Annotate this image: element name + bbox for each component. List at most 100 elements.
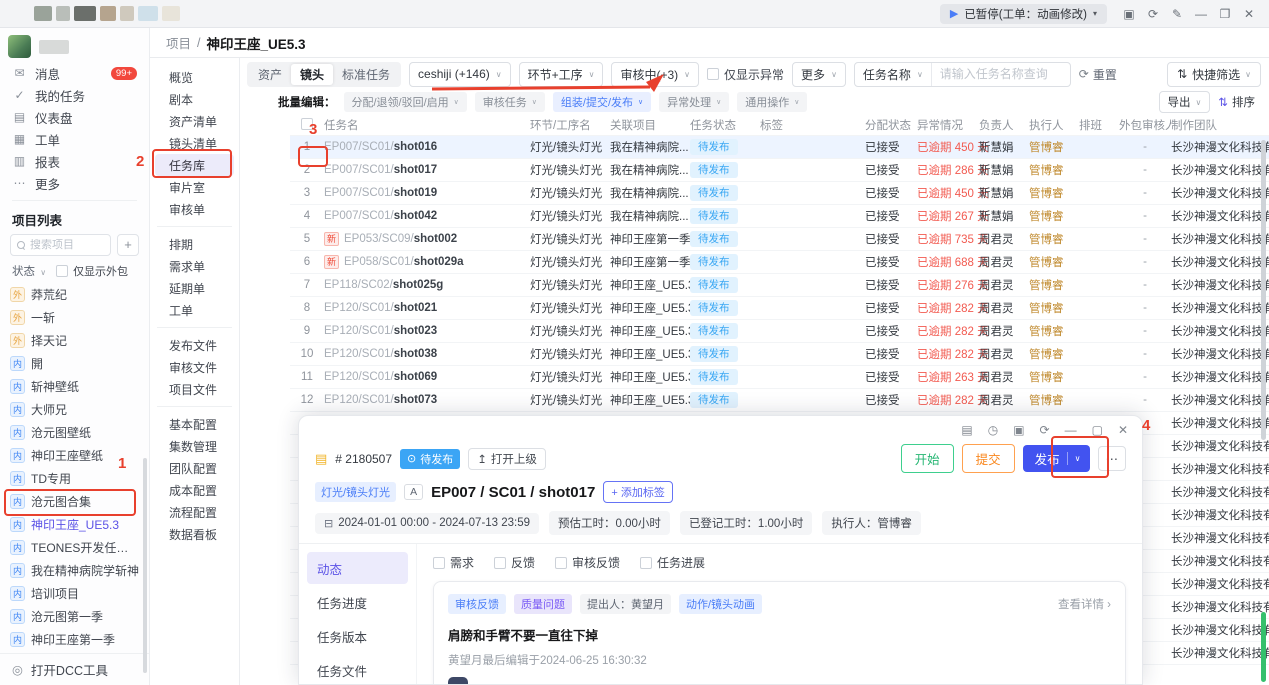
start-button[interactable]: 开始: [901, 444, 954, 473]
sidebar-nav-item[interactable]: ▤ 仪表盘: [0, 106, 149, 128]
publish-button[interactable]: 发布 ∨: [1023, 445, 1090, 472]
entity-tab[interactable]: 镜头: [291, 64, 333, 85]
task-search-input[interactable]: [932, 67, 1070, 81]
window-control-icon[interactable]: ❐: [1213, 7, 1237, 21]
modal-control-icon[interactable]: ▤: [961, 423, 972, 437]
table-row[interactable]: 2 EP007/SC01/ shot017 灯光/镜头灯光 我在精神病院... …: [290, 159, 1269, 182]
sidebar-nav-item[interactable]: ⋯ 更多: [0, 172, 149, 194]
table-row[interactable]: 11 EP120/SC01/ shot069 灯光/镜头灯光 神印王座_UE5.…: [290, 366, 1269, 389]
table-row[interactable]: 4 EP007/SC01/ shot042 灯光/镜头灯光 我在精神病院... …: [290, 205, 1269, 228]
activity-filter-checkbox[interactable]: 需求: [433, 554, 474, 571]
entity-tab[interactable]: 资产: [249, 64, 291, 85]
secondary-scrollbar-thumb[interactable]: [1261, 612, 1266, 682]
table-row[interactable]: 12 EP120/SC01/ shot073 灯光/镜头灯光 神印王座_UE5.…: [290, 389, 1269, 412]
window-control-icon[interactable]: ▣: [1117, 7, 1141, 21]
filter-dropdown[interactable]: ceshiji (+146) ∨: [409, 62, 511, 87]
batch-action-dropdown[interactable]: 通用操作 ∨: [737, 92, 807, 112]
section-nav-item[interactable]: 数据看板: [155, 523, 234, 545]
filter-dropdown[interactable]: 审核中(+3) ∨: [611, 62, 699, 87]
quick-filter-button[interactable]: ⇅ 快捷筛选 ∨: [1167, 62, 1261, 87]
more-filters-dropdown[interactable]: 更多 ∨: [792, 62, 846, 87]
sidebar-nav-item[interactable]: ▥ 报表: [0, 150, 149, 172]
table-row[interactable]: 1 EP007/SC01/ shot016 灯光/镜头灯光 我在精神病院... …: [290, 136, 1269, 159]
modal-tab[interactable]: 任务文件: [307, 654, 408, 685]
modal-tab[interactable]: 任务版本: [307, 620, 408, 652]
filter-dropdown[interactable]: 环节+工序 ∨: [519, 62, 604, 87]
section-nav-item[interactable]: 镜头清单: [155, 132, 234, 154]
task-name-cell[interactable]: EP120/SC01/ shot073: [324, 394, 530, 406]
modal-control-icon[interactable]: ▣: [1013, 423, 1024, 437]
project-list-item[interactable]: 内 TEONES开发任务管理: [0, 536, 149, 559]
window-control-icon[interactable]: ⟳: [1141, 7, 1165, 21]
task-name-cell[interactable]: EP007/SC01/ shot017: [324, 164, 530, 176]
sidebar-nav-item[interactable]: ✓ 我的任务: [0, 84, 149, 106]
project-list-item[interactable]: 内 培训项目: [0, 582, 149, 605]
modal-control-icon[interactable]: ◷: [988, 423, 998, 437]
view-detail-link[interactable]: 查看详情 ›: [1058, 596, 1111, 612]
section-nav-item[interactable]: 集数管理: [155, 435, 234, 457]
table-row[interactable]: 7 EP118/SC02/ shot025g 灯光/镜头灯光 神印王座_UE5.…: [290, 274, 1269, 297]
section-nav-item[interactable]: 发布文件: [155, 334, 234, 356]
task-name-cell[interactable]: EP118/SC02/ shot025g: [324, 279, 530, 291]
batch-action-dropdown[interactable]: 异常处理 ∨: [659, 92, 729, 112]
task-name-cell[interactable]: EP120/SC01/ shot038: [324, 348, 530, 360]
table-row[interactable]: 9 EP120/SC01/ shot023 灯光/镜头灯光 神印王座_UE5.3…: [290, 320, 1269, 343]
task-name-cell[interactable]: EP007/SC01/ shot016: [324, 141, 530, 153]
project-list-item[interactable]: 内 沧元图第一季: [0, 605, 149, 628]
project-list-item[interactable]: 内 神印王座_UE5.3: [0, 513, 149, 536]
section-nav-item[interactable]: 团队配置: [155, 457, 234, 479]
modal-tab[interactable]: 任务进度: [307, 586, 408, 618]
sidebar-scrollbar[interactable]: [143, 458, 147, 673]
modal-control-icon[interactable]: ▢: [1092, 423, 1103, 437]
project-list-item[interactable]: 外 一斩: [0, 306, 149, 329]
section-nav-item[interactable]: 审核文件: [155, 356, 234, 378]
section-nav-item[interactable]: 流程配置: [155, 501, 234, 523]
project-list-item[interactable]: 内 斩神壁纸: [0, 375, 149, 398]
project-list-item[interactable]: 内 神印王座壁纸: [0, 444, 149, 467]
add-project-button[interactable]: +: [117, 234, 139, 256]
export-button[interactable]: 导出 ∨: [1159, 91, 1211, 113]
section-nav-item[interactable]: 工单: [155, 299, 234, 321]
section-nav-item[interactable]: 剧本: [155, 88, 234, 110]
task-name-cell[interactable]: EP007/SC01/ shot019: [324, 187, 530, 199]
project-list-item[interactable]: 内 大师兄: [0, 398, 149, 421]
entity-tab[interactable]: 标准任务: [333, 64, 399, 85]
table-row[interactable]: 8 EP120/SC01/ shot021 灯光/镜头灯光 神印王座_UE5.3…: [290, 297, 1269, 320]
modal-tab[interactable]: 动态: [307, 552, 408, 584]
sort-button[interactable]: ⇅ 排序: [1218, 94, 1255, 110]
project-list-item[interactable]: 内 TD专用: [0, 467, 149, 490]
window-control-icon[interactable]: —: [1189, 7, 1213, 21]
modal-control-icon[interactable]: —: [1065, 423, 1077, 437]
section-nav-item[interactable]: 基本配置: [155, 413, 234, 435]
project-list-item[interactable]: 内 沧元图合集: [0, 490, 149, 513]
section-nav-item[interactable]: 审片室: [155, 176, 234, 198]
table-row[interactable]: 6 新 EP058/SC01/ shot029a 灯光/镜头灯光 神印王座第一季…: [290, 251, 1269, 274]
section-nav-item[interactable]: 排期: [155, 233, 234, 255]
status-filter-dropdown[interactable]: 状态 ∨: [12, 263, 46, 279]
reset-filters-button[interactable]: ⟳ 重置: [1079, 66, 1117, 83]
sticker-badge[interactable]: ✦: [448, 677, 468, 685]
breadcrumb-root[interactable]: 项目: [166, 33, 191, 52]
modal-control-icon[interactable]: ✕: [1118, 423, 1128, 437]
task-name-cell[interactable]: EP120/SC01/ shot023: [324, 325, 530, 337]
section-nav-item[interactable]: 审核单: [155, 198, 234, 220]
section-nav-item[interactable]: 概览: [155, 66, 234, 88]
table-row[interactable]: 5 新 EP053/SC09/ shot002 灯光/镜头灯光 神印王座第一季 …: [290, 228, 1269, 251]
project-list-item[interactable]: 外 择天记: [0, 329, 149, 352]
activity-filter-checkbox[interactable]: 审核反馈: [555, 554, 620, 571]
sidebar-nav-item[interactable]: ▦ 工单: [0, 128, 149, 150]
pause-status-dropdown[interactable]: ▶ 已暂停(工单：动画修改) ▾: [940, 4, 1107, 24]
open-dcc-tools[interactable]: ◎ 打开DCC工具: [0, 653, 149, 685]
table-row[interactable]: 10 EP120/SC01/ shot038 灯光/镜头灯光 神印王座_UE5.…: [290, 343, 1269, 366]
section-nav-item[interactable]: 需求单: [155, 255, 234, 277]
project-search-input[interactable]: [30, 239, 104, 251]
select-all-checkbox[interactable]: [301, 118, 313, 130]
outsource-only-checkbox[interactable]: 仅显示外包: [56, 263, 128, 279]
open-parent-button[interactable]: ↥ 打开上级: [468, 448, 546, 470]
task-name-cell[interactable]: EP007/SC01/ shot042: [324, 210, 530, 222]
project-list-item[interactable]: 内 神印王座第一季: [0, 628, 149, 651]
activity-filter-checkbox[interactable]: 任务进展: [640, 554, 705, 571]
more-actions-button[interactable]: ⋯: [1098, 446, 1127, 471]
section-nav-item[interactable]: 延期单: [155, 277, 234, 299]
window-control-icon[interactable]: ✎: [1165, 7, 1189, 21]
